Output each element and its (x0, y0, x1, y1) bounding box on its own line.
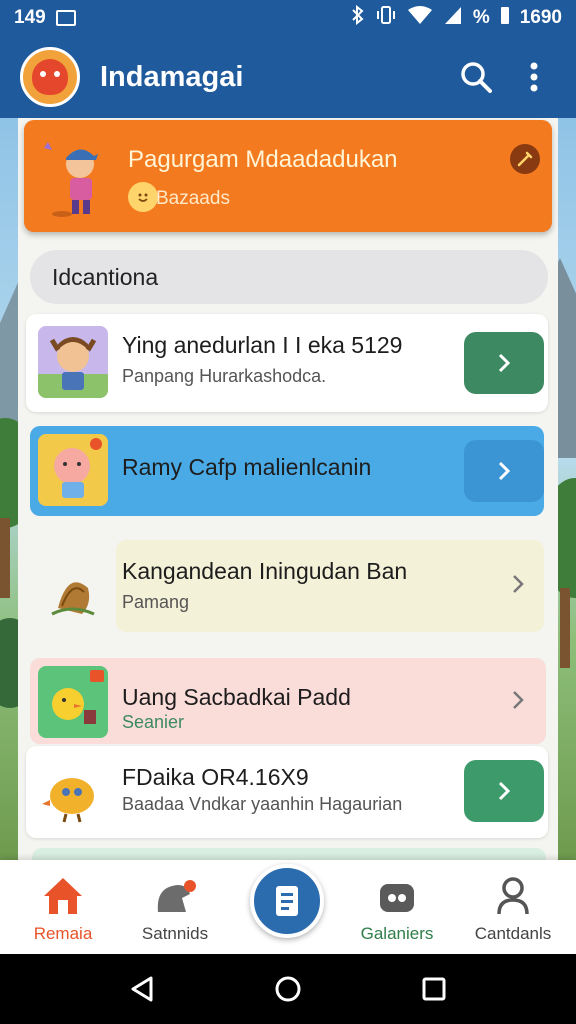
gamepad-icon (380, 884, 414, 912)
app-bar: Indamagai (0, 36, 576, 118)
nav-label-games: Galaniers (360, 924, 434, 943)
list-card[interactable]: Ying anedurlan I I eka 5129 Panpang Hura… (26, 314, 548, 412)
more-options-button[interactable] (512, 55, 556, 99)
home-icon (44, 878, 82, 914)
back-icon[interactable] (129, 975, 155, 1003)
featured-banner[interactable]: Pagurgam Mdaadadukan Bazaads (24, 120, 552, 232)
chevron-right-icon (498, 353, 511, 373)
animal-icon (157, 880, 196, 912)
nav-item-contacts[interactable]: Cantdanls (458, 874, 568, 944)
nav-item-games[interactable]: Galaniers (342, 874, 452, 944)
chevron-right-icon[interactable] (506, 572, 530, 596)
card-highlight (116, 540, 544, 632)
banner-subtitle: Bazaads (156, 188, 230, 209)
status-time: 149 (14, 7, 46, 28)
open-button[interactable] (464, 440, 544, 502)
nav-item-home[interactable]: Remaia (8, 874, 118, 944)
kid-illustration (42, 136, 114, 220)
content-panel: Pagurgam Mdaadadukan Bazaads Idcantiona … (18, 118, 558, 860)
more-vert-icon (530, 62, 538, 92)
card-title: FDaika OR4.16X9 (122, 764, 309, 790)
chevron-right-icon (498, 781, 511, 801)
baby-avatar-thumb (38, 434, 108, 506)
section-heading: Idcantiona (30, 250, 548, 304)
list-card[interactable]: Ramy Cafp malienlcanin (30, 426, 544, 516)
search-button[interactable] (454, 55, 498, 99)
open-button[interactable] (464, 760, 544, 822)
bottom-navigation: Remaia Satnnids Galaniers Cantdanls (0, 860, 576, 954)
vibrate-icon (375, 5, 397, 31)
card-title: Ramy Cafp malienlcanin (122, 454, 372, 480)
person-icon (497, 877, 529, 915)
banner-title: Pagurgam Mdaadadukan (128, 146, 398, 173)
list-card[interactable]: Kangandean Iningudan Ban Pamang (26, 536, 548, 636)
chevron-right-icon[interactable] (506, 688, 530, 712)
pencil-badge-icon[interactable] (510, 144, 540, 174)
nav-label-contacts: Cantdanls (474, 924, 552, 943)
home-circle-icon[interactable] (274, 975, 302, 1003)
bluetooth-icon (351, 4, 365, 31)
child-avatar-thumb (38, 326, 108, 398)
open-button[interactable] (464, 332, 544, 394)
seed-illustration-thumb (38, 556, 108, 628)
system-navigation-bar (0, 954, 576, 1024)
status-bar: 149 % 1690 (0, 0, 576, 36)
app-logo-icon[interactable] (20, 47, 80, 107)
list-card[interactable]: Uang Sacbadkai Padd Seanier (30, 658, 546, 744)
smile-icon (128, 182, 158, 212)
document-fab-button[interactable] (250, 864, 324, 938)
recents-icon[interactable] (421, 976, 447, 1002)
wifi-icon (407, 5, 433, 31)
card-subtitle: Baadaa Vndkar yaanhin Hagaurian (122, 794, 403, 814)
card-title: Kangandean Iningudan Ban (122, 558, 408, 584)
nav-label-home: Remaia (33, 924, 93, 943)
nav-label-animals: Satnnids (141, 924, 209, 943)
chevron-right-icon (498, 461, 511, 481)
status-clock: 1690 (519, 7, 562, 28)
list-card-peek[interactable] (32, 848, 546, 860)
card-subtitle: Pamang (122, 592, 190, 612)
battery-icon (500, 5, 510, 31)
chick-avatar-thumb (38, 666, 108, 738)
signal-icon (443, 5, 463, 31)
card-subtitle: Panpang Hurarkashodca. (122, 366, 327, 386)
list-card[interactable]: FDaika OR4.16X9 Baadaa Vndkar yaanhin Ha… (26, 746, 548, 838)
nav-item-animals[interactable]: Satnnids (120, 874, 230, 944)
battery-percent: % (472, 7, 490, 28)
document-icon (276, 886, 298, 916)
card-title: Uang Sacbadkai Padd (122, 684, 351, 710)
bird-illustration-thumb (38, 756, 108, 828)
app-title: Indamagai (100, 60, 244, 93)
screenshot-icon (55, 10, 76, 26)
card-title: Ying anedurlan I I eka 5129 (122, 332, 403, 358)
search-icon (461, 62, 492, 93)
card-subtitle: Seanier (122, 712, 185, 732)
